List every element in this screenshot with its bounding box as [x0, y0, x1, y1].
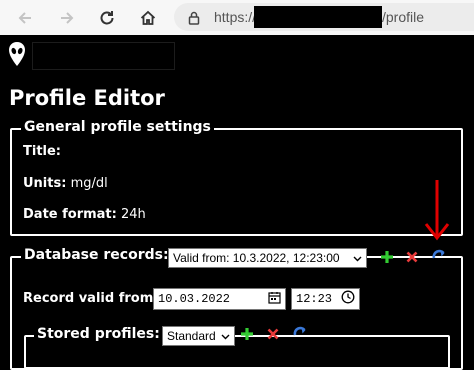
site-name-redaction: [32, 42, 175, 70]
home-icon[interactable]: [137, 0, 159, 35]
add-record-icon[interactable]: [377, 248, 397, 266]
url-scheme: https://: [214, 9, 257, 25]
profile-select[interactable]: Standard: [162, 326, 235, 346]
page-title: Profile Editor: [9, 86, 165, 110]
units-row: Units: mg/dl: [23, 176, 108, 191]
back-icon[interactable]: [14, 0, 36, 35]
browser-toolbar: https:// /profile: [0, 0, 474, 35]
delete-profile-icon[interactable]: [263, 325, 283, 343]
date-format-value: 24h: [121, 207, 146, 222]
calendar-icon[interactable]: [268, 291, 281, 308]
date-format-row: Date format: 24h: [23, 207, 146, 222]
title-row: Title:: [23, 144, 61, 159]
valid-from-time-input[interactable]: 12:23: [291, 288, 360, 310]
record-valid-from-label: Record valid from:: [23, 291, 159, 306]
annotation-arrow-icon: [423, 178, 451, 242]
record-select[interactable]: Valid from: 10.3.2022, 12:23:00: [168, 248, 367, 268]
alien-logo-icon[interactable]: [8, 41, 26, 71]
clock-icon[interactable]: [341, 290, 355, 308]
forward-icon[interactable]: [56, 0, 78, 35]
url-path: /profile: [382, 9, 425, 25]
database-records-legend: Database records:: [21, 247, 172, 263]
delete-record-icon[interactable]: [402, 248, 422, 266]
chevron-down-icon: [353, 251, 362, 265]
profile-select-value: Standard: [167, 329, 216, 343]
units-value: mg/dl: [70, 176, 108, 191]
stored-profiles-legend: Stored profiles:: [34, 326, 163, 342]
reload-icon[interactable]: [96, 0, 118, 35]
units-label: Units:: [23, 176, 67, 191]
valid-from-date-input[interactable]: 10.03.2022: [153, 288, 286, 310]
date-format-label: Date format:: [23, 207, 117, 222]
lock-icon[interactable]: [188, 10, 200, 29]
add-profile-icon[interactable]: [237, 325, 257, 343]
app-header: [0, 35, 474, 75]
record-select-value: Valid from: 10.3.2022, 12:23:00: [173, 251, 340, 265]
undo-record-icon[interactable]: [429, 246, 449, 266]
time-input-value: 12:23: [296, 292, 333, 306]
undo-profile-icon[interactable]: [290, 323, 310, 343]
general-settings-legend: General profile settings: [21, 119, 214, 135]
chevron-down-icon: [221, 329, 230, 343]
address-bar[interactable]: https:// /profile: [174, 3, 474, 31]
title-label: Title:: [23, 144, 62, 159]
record-valid-from-row: Record valid from:: [23, 291, 158, 306]
date-input-value: 10.03.2022: [158, 292, 231, 306]
url-host-redaction: [254, 6, 382, 28]
